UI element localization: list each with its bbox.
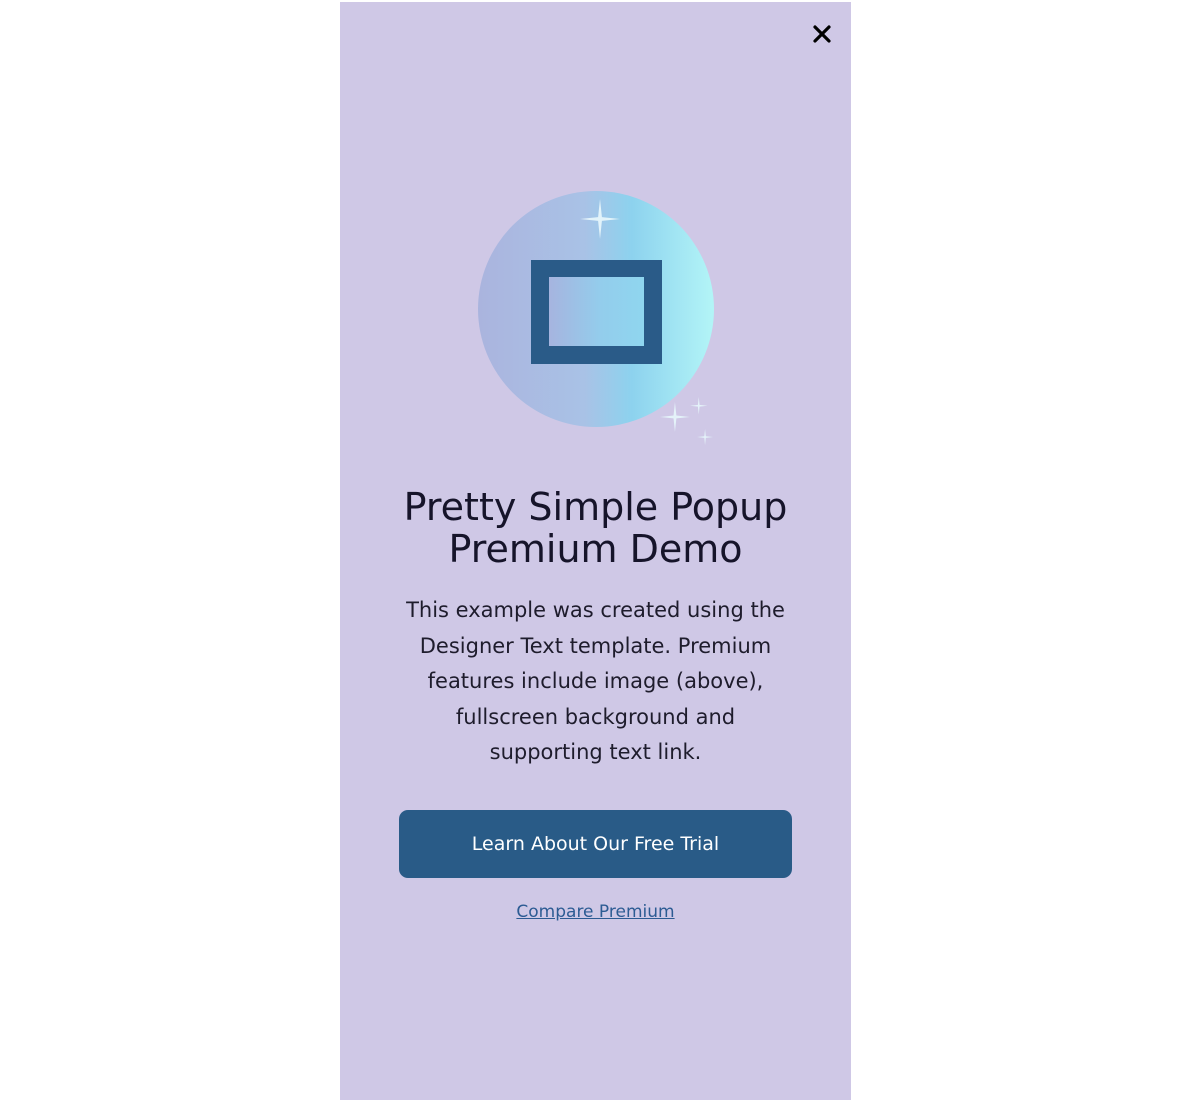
popup-description: This example was created using the Desig… (406, 598, 785, 764)
close-button[interactable] (808, 20, 836, 48)
free-trial-button[interactable]: Learn About Our Free Trial (399, 810, 792, 878)
hero-image (460, 177, 740, 457)
compare-premium-link[interactable]: Compare Premium (340, 902, 851, 922)
popup-dialog: Pretty Simple Popup Premium Demo This ex… (340, 2, 851, 1100)
close-icon (813, 25, 831, 43)
image-frame-icon (531, 260, 662, 364)
popup-title: Pretty Simple Popup Premium Demo (403, 485, 788, 571)
